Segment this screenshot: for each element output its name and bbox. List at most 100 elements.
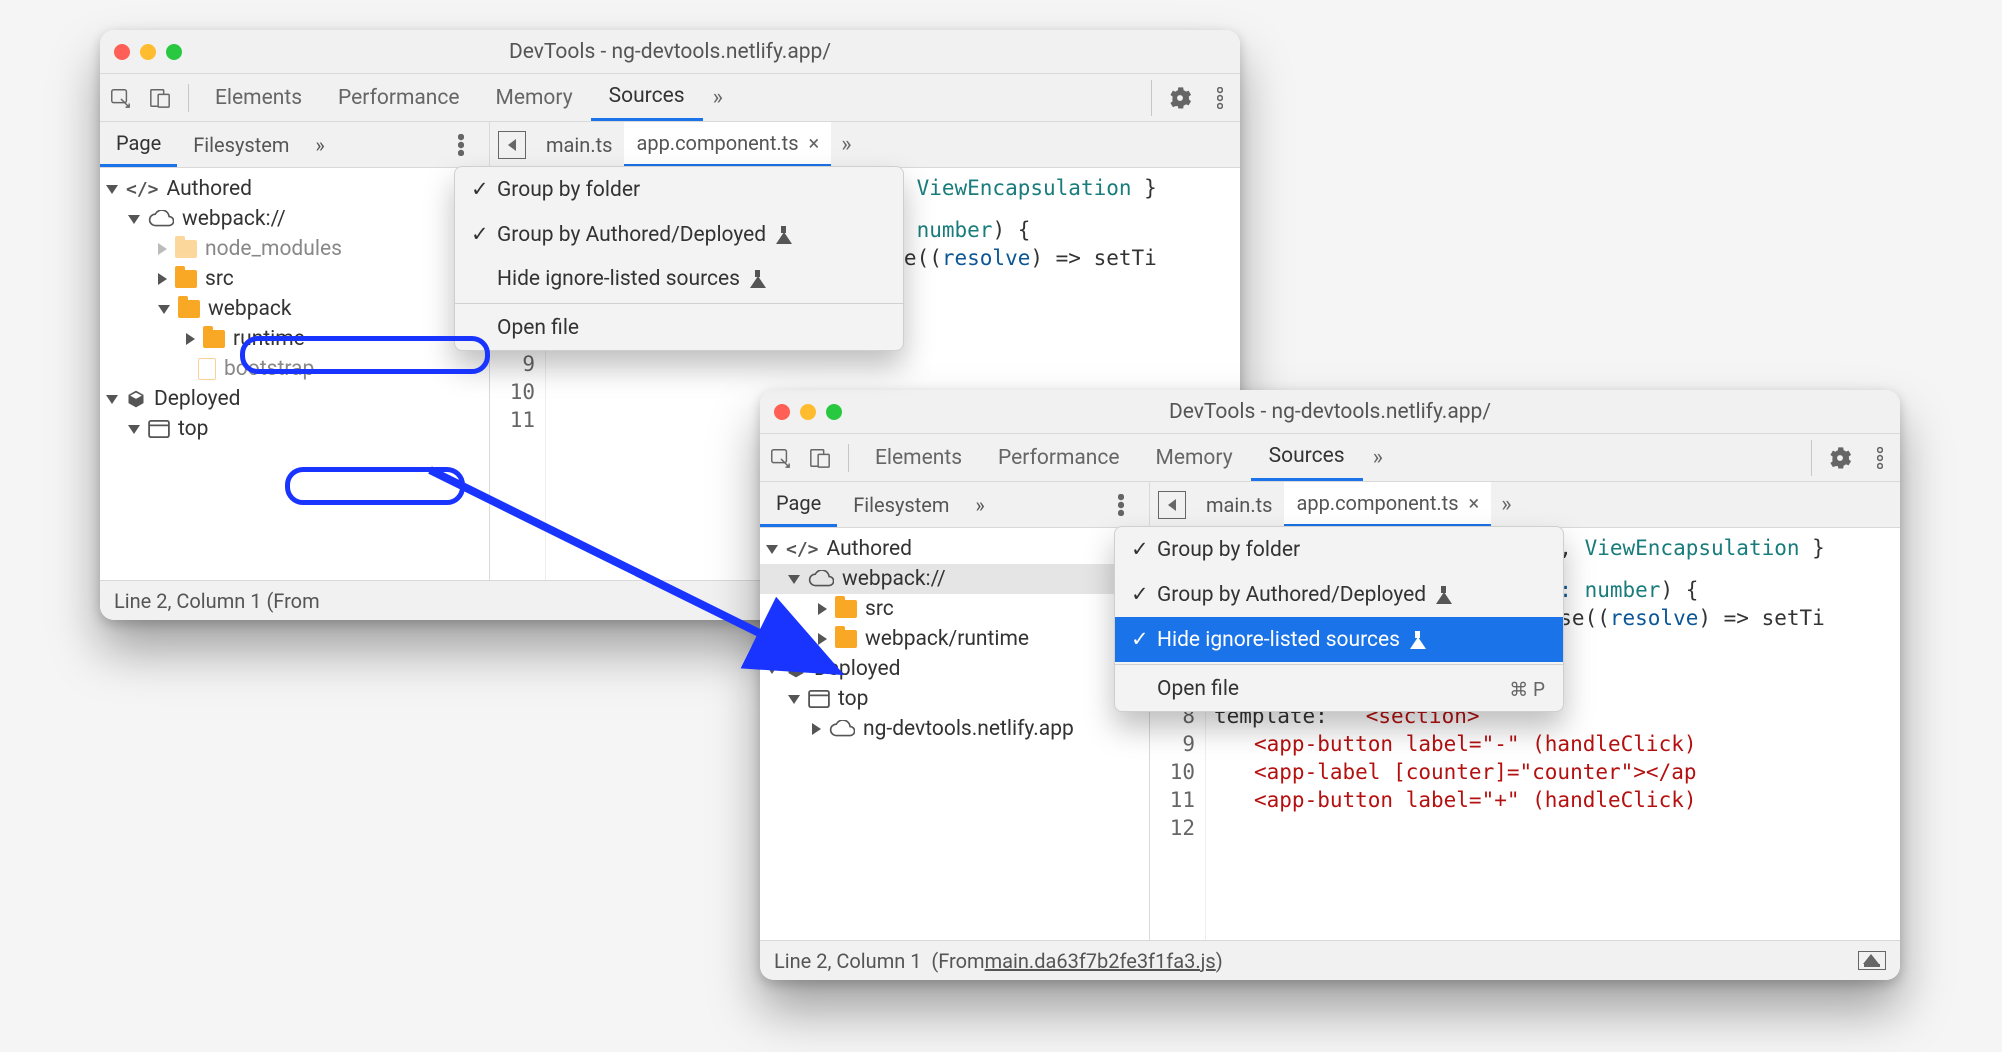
eject-icon[interactable] [1858, 951, 1886, 970]
subtab-page[interactable]: Page [760, 482, 837, 527]
subtab-more-icon[interactable]: » [965, 482, 994, 527]
window-title: DevTools - ng-devtools.netlify.app/ [760, 400, 1900, 424]
context-menu: ✓ Group by folder ✓ Group by Authored/De… [1114, 526, 1564, 712]
tree-authored[interactable]: </> Authored [100, 174, 489, 204]
secondary-bar: Page Filesystem » main.ts app.component.… [100, 122, 1240, 168]
nav-back-icon[interactable] [1158, 491, 1186, 519]
frame-icon [148, 420, 170, 438]
code-icon: </> [126, 179, 159, 200]
file-tree: </> Authored webpack:// src webpack/runt… [760, 528, 1150, 940]
tab-elements[interactable]: Elements [857, 434, 980, 481]
menu-group-authored-deployed[interactable]: ✓ Group by Authored/Deployed [455, 212, 903, 257]
tab-elements[interactable]: Elements [197, 74, 320, 121]
close-icon[interactable] [114, 44, 130, 60]
open-file-app-component[interactable]: app.component.ts × [624, 122, 831, 167]
tree-webpack-root[interactable]: webpack:// [760, 564, 1149, 594]
open-file-app-component[interactable]: app.component.ts × [1284, 482, 1491, 527]
titlebar: DevTools - ng-devtools.netlify.app/ [100, 30, 1240, 74]
secondary-bar: Page Filesystem » main.ts app.component.… [760, 482, 1900, 528]
keyboard-shortcut: ⌘ P [1509, 678, 1545, 701]
minimize-icon[interactable] [800, 404, 816, 420]
close-icon[interactable]: × [809, 131, 820, 155]
kebab-icon[interactable] [1860, 434, 1900, 481]
more-tabs-icon[interactable]: » [1363, 445, 1393, 470]
tree-webpack-folder[interactable]: webpack [100, 294, 489, 324]
subtab-filesystem[interactable]: Filesystem [837, 482, 965, 527]
check-icon: ✓ [471, 177, 487, 202]
gear-icon[interactable] [1820, 434, 1860, 481]
cursor-position: Line 2, Column 1 [774, 949, 921, 973]
tree-bootstrap[interactable]: bootstrap [100, 354, 489, 384]
close-icon[interactable] [774, 404, 790, 420]
tree-webpack-root[interactable]: webpack:// [100, 204, 489, 234]
tree-deployed[interactable]: Deployed [100, 384, 489, 414]
folder-icon [178, 300, 200, 318]
folder-icon [835, 600, 857, 618]
tree-deployed[interactable]: Deployed [760, 654, 1149, 684]
tab-sources[interactable]: Sources [1251, 434, 1363, 481]
tab-performance[interactable]: Performance [320, 74, 477, 121]
open-file-main[interactable]: main.ts [534, 122, 624, 167]
close-icon[interactable]: × [1469, 491, 1480, 515]
flask-icon [1410, 631, 1426, 649]
tree-src[interactable]: src [100, 264, 489, 294]
maximize-icon[interactable] [166, 44, 182, 60]
open-file-main[interactable]: main.ts [1194, 482, 1284, 527]
context-menu: ✓ Group by folder ✓ Group by Authored/De… [454, 166, 904, 351]
tab-performance[interactable]: Performance [980, 434, 1137, 481]
status-from-file[interactable]: main.da63f7b2fe3f1fa3.js [985, 949, 1216, 973]
more-open-files-icon[interactable]: » [831, 132, 861, 157]
flask-icon [750, 270, 766, 288]
tree-authored[interactable]: </> Authored [760, 534, 1149, 564]
subtab-more-icon[interactable]: » [305, 122, 334, 167]
menu-open-file[interactable]: Open file ⌘ P [1115, 667, 1563, 711]
gear-icon[interactable] [1160, 74, 1200, 121]
status-from-label: (From [931, 949, 984, 973]
inspect-icon[interactable] [760, 434, 800, 481]
cloud-icon [829, 720, 855, 738]
cloud-icon [148, 210, 174, 228]
panel-more-icon[interactable] [1101, 482, 1141, 527]
kebab-icon[interactable] [1200, 74, 1240, 121]
tree-webpack-runtime[interactable]: webpack/runtime [760, 624, 1149, 654]
tab-memory[interactable]: Memory [478, 74, 591, 121]
tab-sources[interactable]: Sources [591, 74, 703, 121]
menu-group-by-folder[interactable]: ✓ Group by folder [1115, 527, 1563, 572]
tree-domain[interactable]: ng-devtools.netlify.app [760, 714, 1149, 744]
subtab-filesystem[interactable]: Filesystem [177, 122, 305, 167]
top-toolbar: Elements Performance Memory Sources » [760, 434, 1900, 482]
more-open-files-icon[interactable]: » [1491, 492, 1521, 517]
check-icon: ✓ [1131, 582, 1147, 607]
inspect-icon[interactable] [100, 74, 140, 121]
panel-more-icon[interactable] [441, 122, 481, 167]
folder-icon [175, 270, 197, 288]
subtab-page[interactable]: Page [100, 122, 177, 167]
tree-src[interactable]: src [760, 594, 1149, 624]
menu-hide-ignore-listed[interactable]: ✓ Hide ignore-listed sources [1115, 617, 1563, 662]
cube-icon [126, 389, 146, 409]
top-toolbar: Elements Performance Memory Sources » [100, 74, 1240, 122]
device-toggle-icon[interactable] [800, 434, 840, 481]
check-icon: ✓ [471, 222, 487, 247]
tree-top[interactable]: top [100, 414, 489, 444]
device-toggle-icon[interactable] [140, 74, 180, 121]
menu-group-authored-deployed[interactable]: ✓ Group by Authored/Deployed [1115, 572, 1563, 617]
more-tabs-icon[interactable]: » [703, 85, 733, 110]
tree-runtime[interactable]: runtime [100, 324, 489, 354]
flask-icon [1436, 586, 1452, 604]
maximize-icon[interactable] [826, 404, 842, 420]
minimize-icon[interactable] [140, 44, 156, 60]
menu-open-file[interactable]: Open file [455, 306, 903, 350]
file-icon [198, 358, 216, 380]
menu-group-by-folder[interactable]: ✓ Group by folder [455, 167, 903, 212]
titlebar: DevTools - ng-devtools.netlify.app/ [760, 390, 1900, 434]
flask-icon [776, 226, 792, 244]
frame-icon [808, 690, 830, 708]
nav-back-icon[interactable] [498, 131, 526, 159]
tree-top[interactable]: top [760, 684, 1149, 714]
devtools-window-after: DevTools - ng-devtools.netlify.app/ Elem… [760, 390, 1900, 980]
tree-node-modules[interactable]: node_modules [100, 234, 489, 264]
tab-memory[interactable]: Memory [1138, 434, 1251, 481]
folder-icon [203, 330, 225, 348]
menu-hide-ignore-listed[interactable]: Hide ignore-listed sources [455, 257, 903, 301]
